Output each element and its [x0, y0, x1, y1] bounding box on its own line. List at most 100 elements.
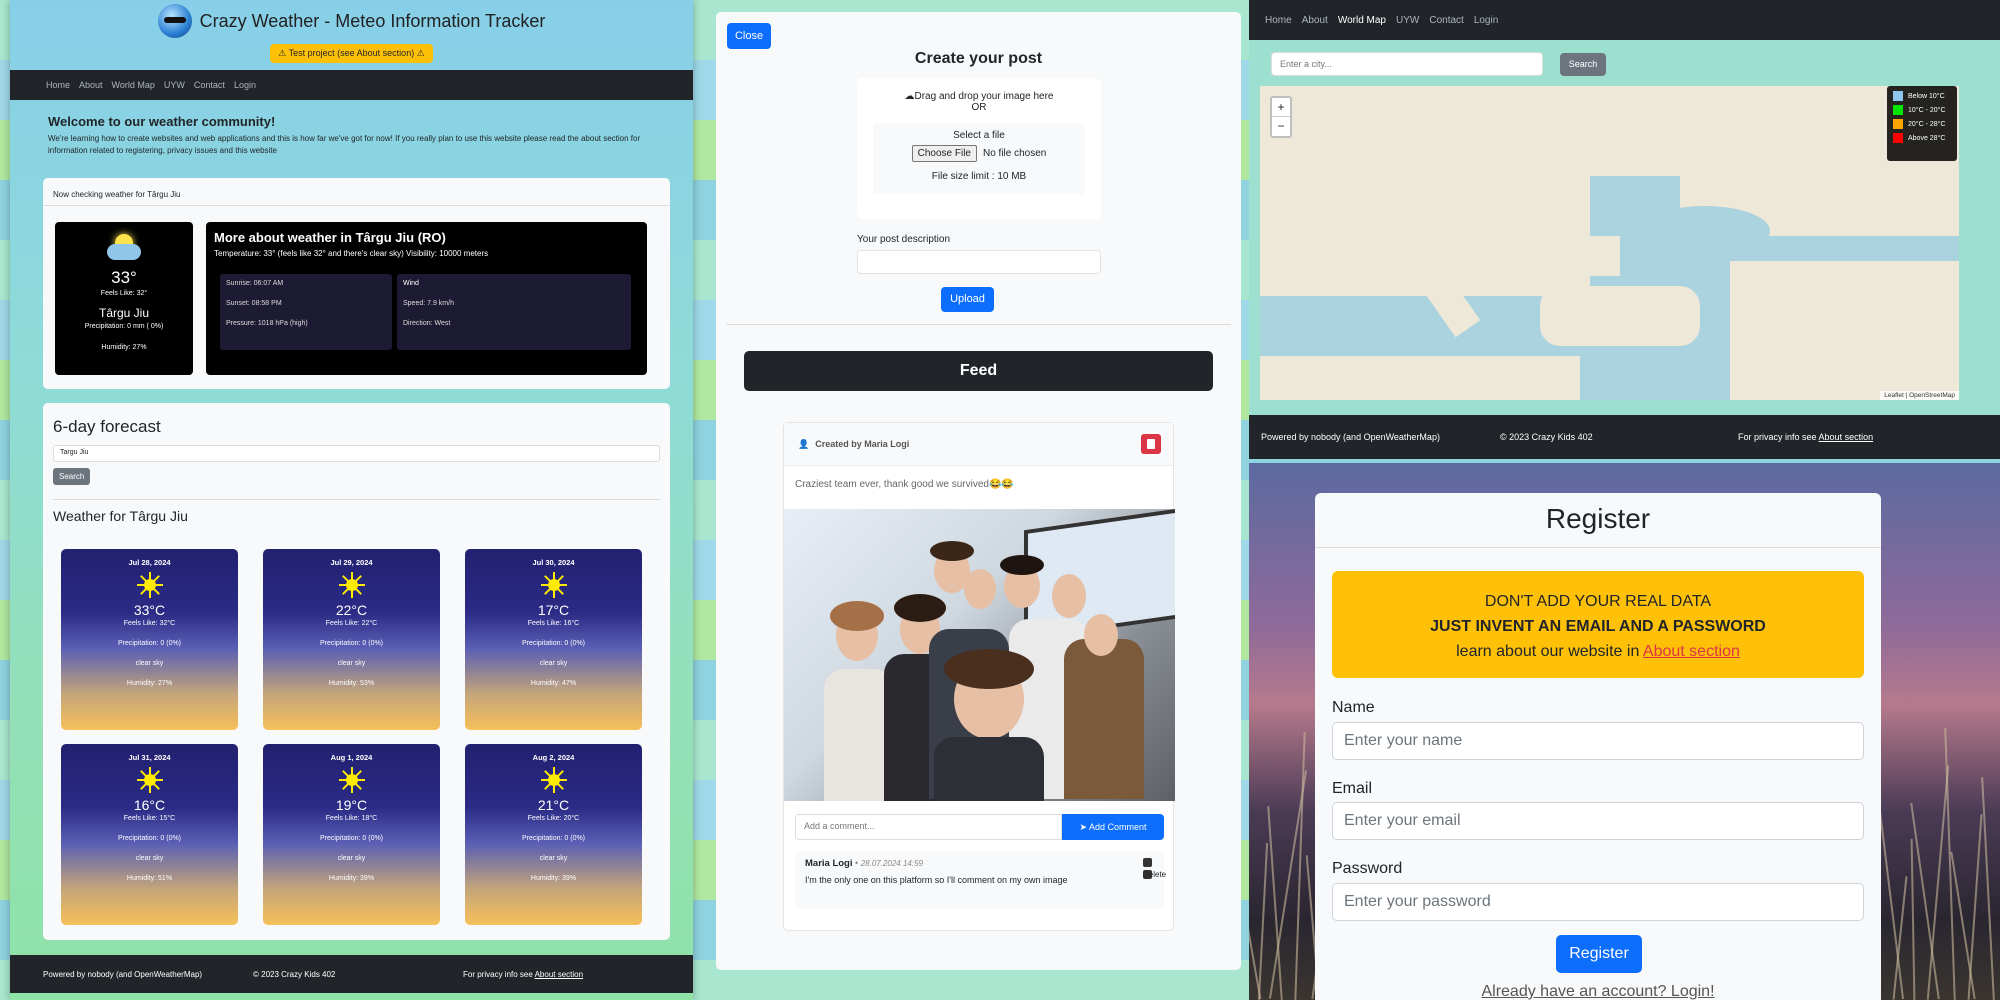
- footer-copyright: © 2023 Crazy Kids 402: [253, 969, 336, 979]
- logo-icon: [157, 4, 192, 38]
- footer-privacy: For privacy info see: [463, 969, 533, 979]
- nav-world-map[interactable]: World Map: [112, 80, 155, 90]
- legend-swatch-10-20: [1893, 105, 1903, 115]
- forecast-humidity: Humidity: 27%: [126, 680, 173, 687]
- forecast-humidity: Humidity: 39%: [530, 875, 577, 882]
- test-notice-badge: ⚠ Test project (see About section) ⚠: [270, 44, 433, 63]
- register-card: Register DON'T ADD YOUR REAL DATA JUST I…: [1315, 493, 1881, 1000]
- email-label: Email: [1332, 780, 1373, 797]
- nav-home[interactable]: Home: [46, 80, 70, 90]
- forecast-date: Jul 28, 2024: [128, 558, 171, 567]
- forecast-humidity: Humidity: 47%: [530, 680, 577, 687]
- forecast-precip: Precipitation: 0 (0%): [521, 835, 586, 842]
- forecast-day-card: Aug 1, 2024 19°C Feels Like: 18°C Precipita…: [263, 744, 440, 925]
- details-title: More about weather in Târgu Jiu (RO): [214, 230, 446, 245]
- warning-line-1: DON'T ADD YOUR REAL DATA: [1484, 593, 1712, 610]
- user-icon: 👤: [798, 438, 810, 449]
- nav-world-map[interactable]: World Map: [1338, 15, 1386, 26]
- nav-contact[interactable]: Contact: [194, 80, 225, 90]
- nav-uyw[interactable]: UYW: [164, 80, 185, 90]
- forecast-day-card: Jul 28, 2024 33°C Feels Like: 32°C Precipit…: [61, 549, 238, 730]
- description-input[interactable]: [857, 250, 1101, 274]
- forecast-desc: clear sky: [539, 660, 568, 667]
- forecast-precip: Precipitation: 0 (0%): [117, 835, 182, 842]
- forecast-feels: Feels Like: 22°C: [325, 620, 378, 627]
- weather-details: More about weather in Târgu Jiu (RO) Tem…: [206, 222, 647, 375]
- wind-info-box: Wind Speed: 7.9 km/h Direction: West: [397, 274, 631, 350]
- map-attribution[interactable]: Leaflet | OpenStreetMap: [1880, 391, 1959, 400]
- forecast-date: Jul 31, 2024: [128, 753, 171, 762]
- current-city: Târgu Jiu: [98, 306, 150, 320]
- sun-icon: [136, 572, 163, 598]
- choose-file-button[interactable]: Choose File: [911, 145, 977, 162]
- login-link[interactable]: Already have an account? Login!: [1315, 983, 1881, 1000]
- nav-contact[interactable]: Contact: [1429, 15, 1463, 26]
- create-post-title: Create your post: [914, 50, 1043, 67]
- trash-icon[interactable]: [1141, 434, 1161, 454]
- post-author: Created by Maria Logi: [815, 439, 910, 449]
- file-select-box: Select a file Choose File No file chosen …: [873, 123, 1085, 194]
- details-line: Temperature: 33° (feels like 32° and the…: [214, 249, 489, 258]
- forecast-feels: Feels Like: 18°C: [325, 815, 378, 822]
- map-search-button[interactable]: Search: [1560, 53, 1606, 76]
- upload-dropzone[interactable]: ☁Drag and drop your image here OR Select…: [857, 78, 1101, 219]
- forecast-desc: clear sky: [337, 660, 366, 667]
- nav-login[interactable]: Login: [234, 80, 256, 90]
- wind-speed: Speed: 7.9 km/h: [403, 300, 454, 307]
- forecast-day-card: Jul 31, 2024 16°C Feels Like: 15°C Precipit…: [61, 744, 238, 925]
- upload-button[interactable]: Upload: [941, 287, 994, 312]
- sun-icon: [136, 767, 163, 793]
- weather-window: Crazy Weather - Meteo Information Tracke…: [10, 0, 693, 1000]
- add-comment-button[interactable]: ➤ Add Comment: [1062, 814, 1164, 840]
- zoom-in-button[interactable]: +: [1272, 98, 1290, 117]
- register-window: Register DON'T ADD YOUR REAL DATA JUST I…: [1249, 463, 2000, 1000]
- nav-login[interactable]: Login: [1474, 15, 1498, 26]
- password-input[interactable]: Enter your password: [1332, 883, 1864, 921]
- legend-label: 20°C - 28°C: [1908, 120, 1946, 128]
- nav-about[interactable]: About: [1302, 15, 1328, 26]
- world-map[interactable]: + − Below 10°C 10°C - 20°C 20°C - 28°C A…: [1260, 86, 1959, 400]
- name-input[interactable]: Enter your name: [1332, 722, 1864, 760]
- forecast-city-input[interactable]: Targu Jiu: [53, 445, 660, 462]
- legend-swatch-above-28: [1893, 133, 1903, 143]
- close-button[interactable]: Close: [727, 23, 771, 49]
- footer-about-link[interactable]: About section: [1819, 432, 1874, 442]
- nav-uyw[interactable]: UYW: [1396, 15, 1419, 26]
- nav-home[interactable]: Home: [1265, 15, 1292, 26]
- comment-item: Maria Logi • 28.07.2024 14:59 I'm the on…: [795, 851, 1166, 909]
- no-file-text: No file chosen: [982, 148, 1047, 159]
- sun-icon: [540, 767, 567, 793]
- legend-label: Above 28°C: [1908, 134, 1946, 142]
- forecast-desc: clear sky: [135, 660, 164, 667]
- about-section-link[interactable]: About section: [1643, 643, 1740, 660]
- forecast-card: 6-day forecast Targu Jiu Search Weather …: [43, 403, 670, 940]
- sun-icon: [338, 767, 365, 793]
- forecast-day-card: Aug 2, 2024 21°C Feels Like: 20°C Precipita…: [465, 744, 642, 925]
- forecast-search-button[interactable]: Search: [53, 468, 91, 485]
- footer-copyright: © 2023 Crazy Kids 402: [1500, 432, 1593, 442]
- email-input[interactable]: Enter your email: [1332, 802, 1864, 840]
- forecast-temp: 16°C: [133, 797, 166, 813]
- forecast-date: Aug 1, 2024: [330, 753, 373, 762]
- nav-about[interactable]: About: [79, 80, 103, 90]
- city-search-input[interactable]: Enter a city...: [1271, 52, 1543, 76]
- forecast-temp: 33°C: [133, 602, 166, 618]
- welcome-text: We're learning how to create websites an…: [48, 134, 641, 155]
- sun-icon: [338, 572, 365, 598]
- forecast-temp: 21°C: [537, 797, 570, 813]
- warning-line-3: learn about our website in: [1456, 643, 1640, 660]
- current-weather-summary: 33° Feels Like: 32° Târgu Jiu Precipitat…: [55, 222, 193, 375]
- password-label: Password: [1332, 860, 1403, 877]
- comment-input[interactable]: Add a comment...: [795, 814, 1062, 840]
- navbar: Home About World Map UYW Contact Login: [10, 70, 693, 100]
- footer-about-link[interactable]: About section: [535, 970, 583, 979]
- forecast-feels: Feels Like: 32°C: [123, 620, 176, 627]
- comment-delete-button[interactable]: Delete: [1143, 858, 1166, 882]
- pressure-text: Pressure: 1018 hPa (high): [226, 320, 308, 327]
- legend-swatch-20-28: [1893, 119, 1903, 129]
- sunrise-text: Sunrise: 06:07 AM: [226, 280, 284, 287]
- cloud-upload-icon: ☁: [904, 91, 915, 102]
- register-button[interactable]: Register: [1556, 935, 1642, 973]
- zoom-out-button[interactable]: −: [1272, 117, 1290, 135]
- add-comment-label: Add Comment: [1089, 822, 1147, 832]
